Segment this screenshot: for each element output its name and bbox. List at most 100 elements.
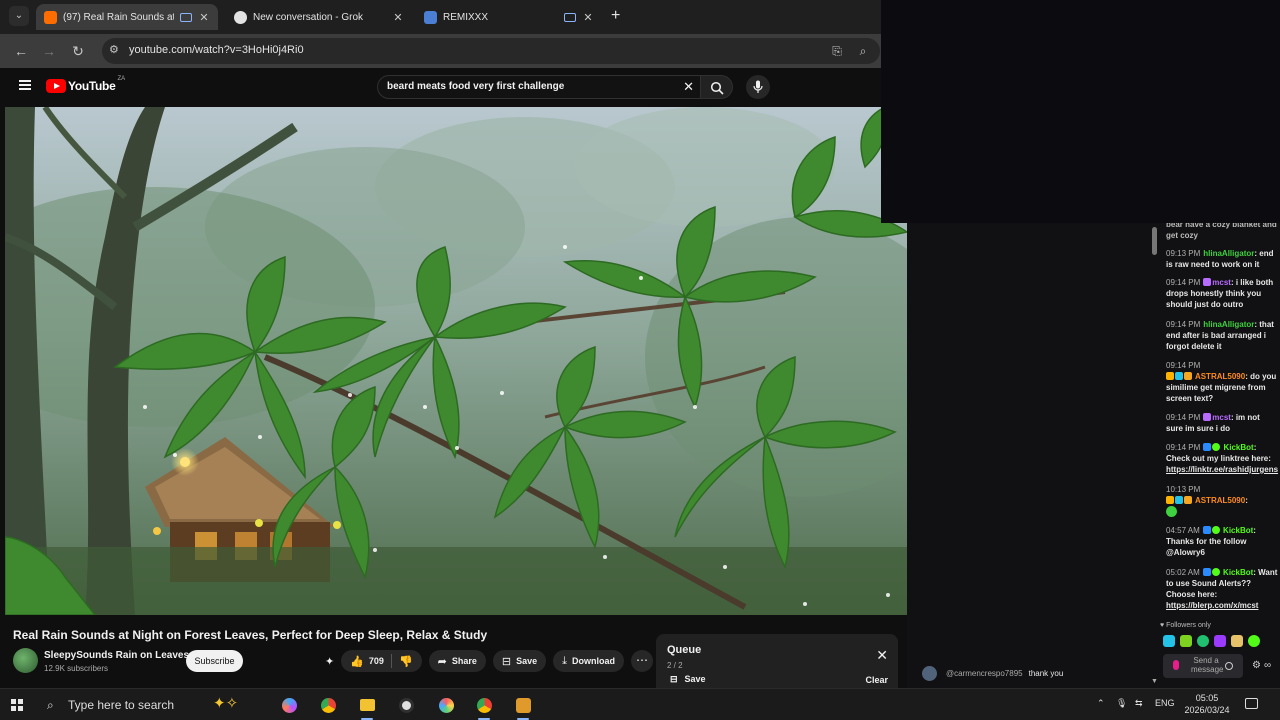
chat-message-input[interactable]: Send a message xyxy=(1163,654,1243,678)
search-icon xyxy=(710,81,724,95)
address-bar[interactable]: ⚙ youtube.com/watch?v=3HoHi0j4Ri0 ⎘ ⌕ xyxy=(102,38,880,64)
queue-clear-button[interactable]: Clear xyxy=(865,675,888,685)
back-button[interactable]: ← xyxy=(12,42,30,60)
search-button[interactable] xyxy=(701,75,733,99)
queue-save-button[interactable]: ⊟ Save xyxy=(670,674,706,685)
glasses-icon[interactable]: ∞ xyxy=(1264,660,1271,671)
new-tab-button[interactable]: + xyxy=(611,8,625,24)
emote-icon[interactable] xyxy=(1214,635,1226,647)
gift-badge-icon xyxy=(1184,372,1192,380)
video-player[interactable] xyxy=(5,107,907,615)
search-input[interactable]: beard meats food very first challenge ✕ xyxy=(377,75,701,99)
youtube-play-icon xyxy=(46,79,66,93)
mic-badge-icon xyxy=(1203,278,1212,286)
ask-sparkle-icon[interactable]: ✦ xyxy=(325,655,334,668)
queue-title: Queue xyxy=(667,644,702,656)
emote-icon[interactable] xyxy=(1231,635,1243,647)
tab-search-button[interactable]: ⌄ xyxy=(9,6,29,26)
channel-name[interactable]: SleepySounds Rain on Leaves xyxy=(44,650,189,661)
crown-badge-icon xyxy=(1166,496,1174,504)
emote-icon[interactable] xyxy=(1163,635,1175,647)
like-dislike-group: 👍 709 👎 xyxy=(341,650,422,672)
fl-studio-app-icon[interactable] xyxy=(511,694,535,720)
close-queue-icon[interactable]: ✕ xyxy=(876,648,888,662)
paint-app-icon[interactable] xyxy=(434,694,458,716)
clock-date: 2026/03/24 xyxy=(1184,705,1230,715)
bookmark-icon: ⊟ xyxy=(501,655,512,668)
like-icon[interactable]: 👍 xyxy=(350,655,364,668)
clear-search-icon[interactable]: ✕ xyxy=(683,80,694,94)
video-frame-image xyxy=(5,107,907,615)
chat-link[interactable]: https://linktr.ee/rashidjurgens xyxy=(1166,465,1278,474)
chat-placeholder: Send a message xyxy=(1191,656,1224,674)
download-button[interactable]: ⤓ Download xyxy=(553,650,625,672)
install-app-icon[interactable]: ⎘ xyxy=(829,43,845,59)
chat-message: 09:14 PM mcst: im not sure im sure i do xyxy=(1166,413,1260,433)
subscriber-count: 12.9K subscribers xyxy=(44,664,109,673)
close-tab-icon[interactable]: ✕ xyxy=(392,11,404,24)
sub-badge-icon xyxy=(1175,496,1183,504)
close-tab-icon[interactable]: ✕ xyxy=(582,11,594,24)
save-label: Save xyxy=(516,656,538,666)
file-explorer-app-icon[interactable] xyxy=(355,694,379,720)
input-language[interactable]: ENG xyxy=(1155,698,1175,708)
like-count[interactable]: 709 xyxy=(369,656,384,666)
search-icon: ⌕ xyxy=(47,698,54,712)
dislike-icon[interactable]: 👎 xyxy=(399,655,413,668)
microphone-icon xyxy=(753,80,763,93)
scroll-down-icon[interactable]: ▼ xyxy=(1151,678,1158,685)
more-actions-button[interactable]: ⋯ xyxy=(631,650,654,672)
chat-link[interactable]: https://blerp.com/x/mcst xyxy=(1166,601,1258,610)
logo-wordmark: YouTube xyxy=(68,79,116,93)
like-divider xyxy=(390,654,392,668)
show-hidden-icons-icon[interactable]: ⌃ xyxy=(1097,698,1105,709)
tab-remixxx[interactable]: REMIXXX ✕ xyxy=(416,4,602,30)
queue-panel: Queue 2 / 2 ✕ ⊟ Save Clear xyxy=(656,634,898,694)
emoji-icon[interactable] xyxy=(1225,662,1233,670)
picture-in-picture-icon xyxy=(564,12,576,22)
emote-icon[interactable] xyxy=(1180,635,1192,647)
tab-grok[interactable]: New conversation - Grok ✕ xyxy=(226,4,412,30)
chat-scroll-thumb[interactable] xyxy=(1152,227,1157,255)
verified-badge-icon xyxy=(1212,443,1221,451)
site-info-icon[interactable]: ⚙ xyxy=(109,44,121,56)
voice-search-button[interactable] xyxy=(746,75,770,99)
reload-button[interactable]: ↻ xyxy=(69,42,87,60)
copilot-app-icon[interactable] xyxy=(277,694,301,716)
forward-button[interactable]: → xyxy=(40,42,58,60)
search-highlight-icon[interactable]: ✦✧ xyxy=(213,694,238,712)
chat-scrollbar[interactable]: ▼ xyxy=(1150,225,1158,685)
zoom-icon[interactable]: ⌕ xyxy=(855,43,871,59)
emote-icon[interactable] xyxy=(1197,635,1209,647)
network-icon[interactable]: ⇆ xyxy=(1135,698,1143,709)
chat-message: 09:14 PM ASTRAL5090: do you similime get… xyxy=(1166,361,1277,403)
windows-start-icon[interactable] xyxy=(11,699,23,711)
clock-time: 05:05 xyxy=(1195,693,1219,703)
obs-app-icon[interactable] xyxy=(394,694,418,716)
taskbar-search[interactable]: ⌕ Type here to search ✦✧ xyxy=(36,689,266,720)
stream-chat: bear have a cozy blanket and get cozy 09… xyxy=(1160,223,1280,688)
save-button[interactable]: ⊟ Save xyxy=(492,650,547,672)
search-query: beard meats food very first challenge xyxy=(387,81,565,92)
crown-badge-icon xyxy=(1166,372,1174,380)
youtube-logo[interactable]: YouTube ZA xyxy=(46,76,126,93)
country-code: ZA xyxy=(117,76,126,82)
chrome-app-icon[interactable] xyxy=(316,694,340,716)
download-icon: ⤓ xyxy=(562,654,568,667)
action-bar: ✦ 👍 709 👎 ➦ Share ⊟ Save ⤓ Download ⋯ xyxy=(325,650,654,672)
microphone-icon[interactable]: 🎙 xyxy=(1116,698,1127,709)
emote-icon[interactable] xyxy=(1248,635,1260,647)
menu-icon[interactable] xyxy=(19,80,31,90)
close-tab-icon[interactable]: ✕ xyxy=(198,11,210,24)
subscribe-button[interactable]: Subscribe xyxy=(186,650,243,672)
notification-center-icon[interactable] xyxy=(1245,698,1258,709)
channel-avatar[interactable] xyxy=(13,648,38,673)
tab-youtube[interactable]: (97) Real Rain Sounds at Night on Forest… xyxy=(36,4,218,30)
share-button[interactable]: ➦ Share xyxy=(428,650,486,672)
comment-text: thank you xyxy=(1028,669,1064,678)
microphone-icon[interactable] xyxy=(1173,660,1179,670)
chrome-profile-app-icon[interactable] xyxy=(472,694,496,720)
followers-only-notice: ♥ Followers only xyxy=(1160,622,1211,629)
system-clock[interactable]: 05:05 2026/03/24 xyxy=(1179,692,1235,716)
chat-settings-icon[interactable]: ⚙ xyxy=(1252,660,1261,671)
